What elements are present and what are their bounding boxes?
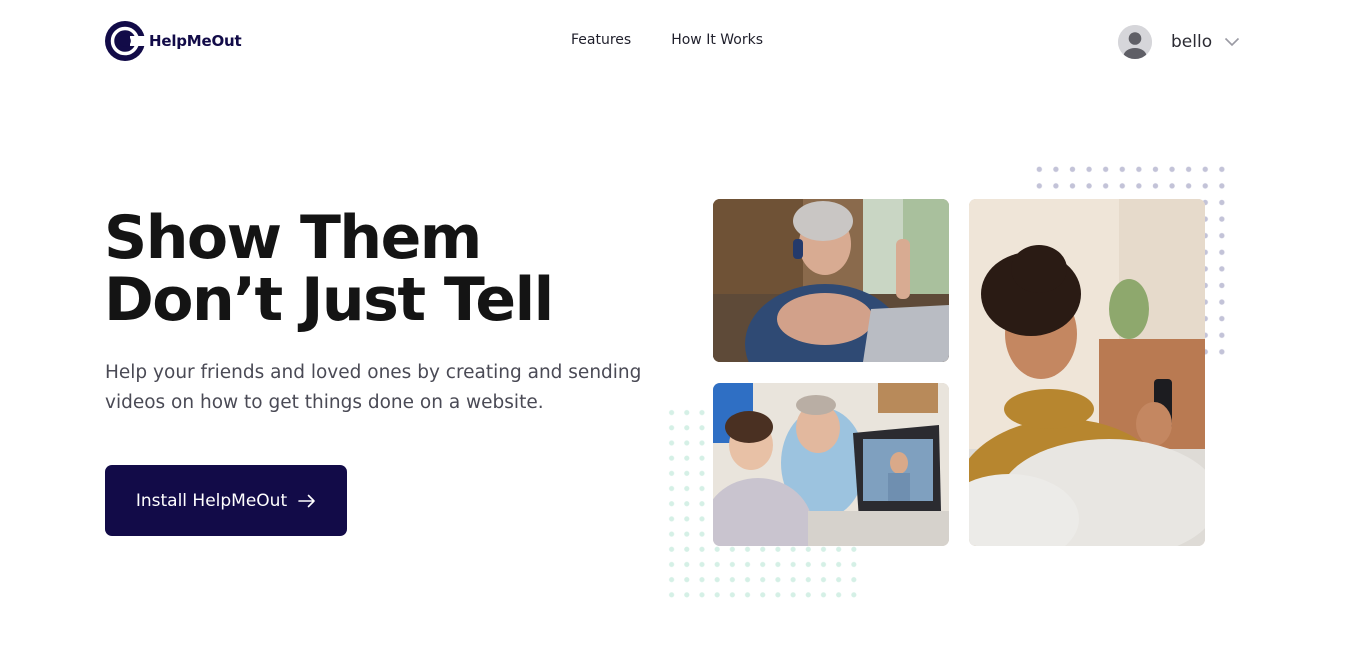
- hero-subtext: Help your friends and loved ones by crea…: [105, 362, 642, 413]
- landing-page: HelpMeOut Features How It Works bello Sh…: [0, 0, 1347, 657]
- arrow-right-icon: [298, 494, 315, 507]
- user-menu[interactable]: bello: [1118, 25, 1240, 59]
- user-name: bello: [1171, 32, 1213, 52]
- nav-how-it-works-link[interactable]: How It Works: [671, 32, 763, 48]
- hero-headline-line-1: Show Them: [104, 203, 482, 273]
- hero-headline-line-2: Don’t Just Tell: [104, 265, 554, 335]
- brand-logo[interactable]: HelpMeOut: [105, 21, 242, 61]
- boy-and-grandfather-video-call-photo: [713, 383, 949, 546]
- chevron-down-icon: [1225, 37, 1240, 47]
- install-button[interactable]: Install HelpMeOut: [105, 465, 347, 536]
- install-button-label: Install HelpMeOut: [135, 490, 288, 511]
- woman-with-headphones-laptop-photo: [713, 199, 949, 362]
- nav-features-link[interactable]: Features: [571, 32, 631, 48]
- main-nav: Features How It Works: [571, 32, 763, 48]
- hero-headline: Show Them Don’t Just Tell: [104, 203, 554, 335]
- user-avatar-icon: [1118, 25, 1152, 59]
- logo-icon: [105, 21, 145, 61]
- brand-name: HelpMeOut: [149, 32, 242, 50]
- smiling-woman-with-phone-photo: [969, 199, 1205, 546]
